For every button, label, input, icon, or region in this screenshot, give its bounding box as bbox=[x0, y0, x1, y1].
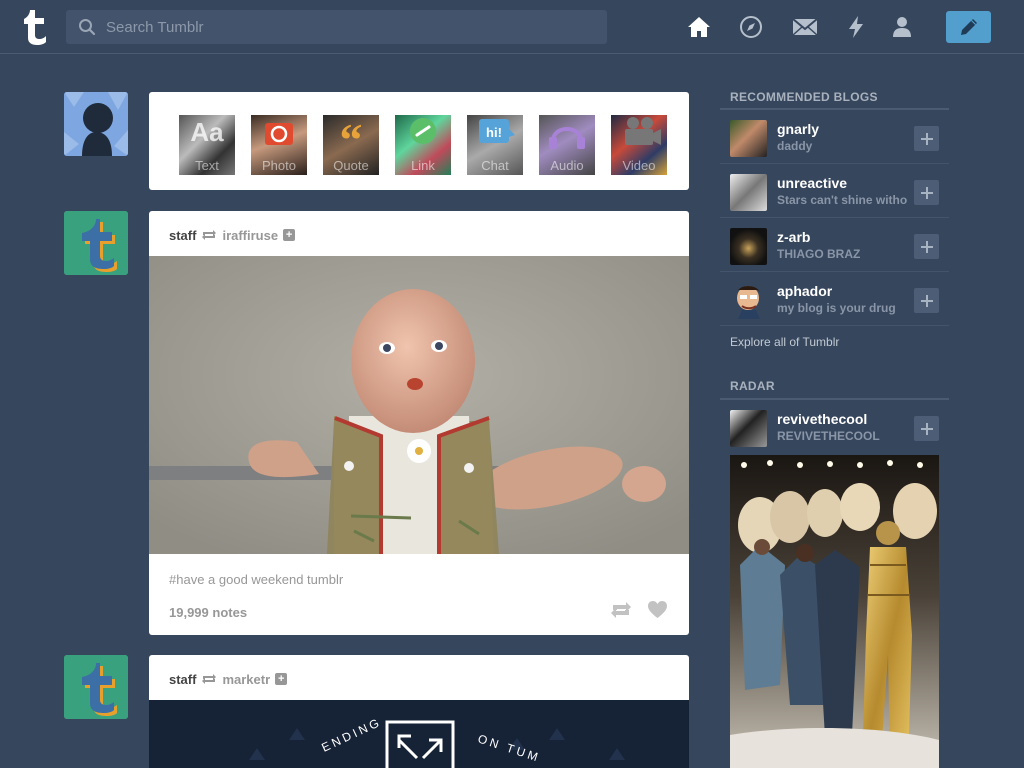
blog-avatar[interactable] bbox=[730, 174, 767, 211]
post-audio-button[interactable]: Audio bbox=[539, 115, 595, 175]
follow-plus-icon[interactable]: + bbox=[275, 673, 288, 685]
follow-button[interactable] bbox=[914, 288, 939, 313]
radar-title: RADAR bbox=[730, 379, 775, 393]
post-tags[interactable]: #have a good weekend tumblr bbox=[169, 572, 343, 587]
post-type-label: Chat bbox=[481, 158, 509, 173]
like-button[interactable] bbox=[647, 600, 668, 619]
search-icon bbox=[79, 19, 96, 36]
reblog-icon bbox=[202, 230, 217, 240]
dashboard-post: staff marketr + ENDING ON TUM bbox=[149, 655, 689, 768]
reblog-source-link[interactable]: iraffiruse bbox=[222, 228, 278, 243]
blog-description: THIAGO BRAZ bbox=[777, 247, 861, 261]
recommended-blog-item[interactable]: z-arb THIAGO BRAZ bbox=[720, 218, 949, 272]
post-type-label: Quote bbox=[333, 158, 369, 173]
reblog-icon bbox=[202, 674, 217, 684]
post-image bbox=[149, 256, 689, 554]
follow-button[interactable] bbox=[914, 126, 939, 151]
radar-blog-item[interactable]: revivethecool REVIVETHECOOL bbox=[720, 400, 949, 454]
post-type-label: Video bbox=[622, 158, 656, 173]
svg-text:Aa: Aa bbox=[190, 117, 224, 147]
post-author-avatar[interactable] bbox=[64, 211, 128, 275]
post-quote-button[interactable]: “ Quote bbox=[323, 115, 379, 175]
post-type-label: Photo bbox=[262, 158, 296, 173]
plus-icon bbox=[920, 132, 933, 145]
blog-avatar[interactable] bbox=[730, 228, 767, 265]
blog-description: my blog is your drug bbox=[777, 301, 896, 315]
blog-description: Stars can't shine without bbox=[777, 193, 907, 207]
reblog-button[interactable] bbox=[610, 600, 632, 620]
plus-icon bbox=[920, 186, 933, 199]
blog-name[interactable]: aphador bbox=[777, 283, 832, 299]
post-author-link[interactable]: staff bbox=[169, 672, 196, 687]
follow-button[interactable] bbox=[914, 234, 939, 259]
blog-avatar[interactable] bbox=[730, 410, 767, 447]
top-header bbox=[0, 0, 1024, 54]
post-chat-button[interactable]: hi! Chat bbox=[467, 115, 523, 175]
recommended-blog-item[interactable]: unreactive Stars can't shine without bbox=[720, 164, 949, 218]
blog-avatar[interactable] bbox=[730, 282, 767, 319]
post-text-button[interactable]: Aa Text bbox=[179, 115, 235, 175]
post-link-button[interactable]: Link bbox=[395, 115, 451, 175]
search-input[interactable] bbox=[106, 10, 596, 44]
explore-icon[interactable] bbox=[738, 14, 764, 40]
post-author-link[interactable]: staff bbox=[169, 228, 196, 243]
inbox-icon[interactable] bbox=[792, 14, 818, 40]
svg-text:hi!: hi! bbox=[486, 125, 502, 140]
post-notes-count[interactable]: 19,999 notes bbox=[169, 605, 247, 620]
post-type-label: Text bbox=[195, 158, 219, 173]
explore-all-link[interactable]: Explore all of Tumblr bbox=[730, 335, 839, 349]
post-video-button[interactable]: Video bbox=[611, 115, 667, 175]
recommended-blog-item[interactable]: gnarly daddy bbox=[720, 110, 949, 164]
follow-button[interactable] bbox=[914, 416, 939, 441]
post-photo-button[interactable]: Photo bbox=[251, 115, 307, 175]
plus-icon bbox=[920, 422, 933, 435]
plus-icon bbox=[920, 240, 933, 253]
home-icon[interactable] bbox=[686, 14, 712, 40]
pencil-icon bbox=[960, 19, 977, 35]
follow-button[interactable] bbox=[914, 180, 939, 205]
plus-icon bbox=[920, 294, 933, 307]
search-bar[interactable] bbox=[66, 10, 607, 44]
recommended-blogs-title: RECOMMENDED BLOGS bbox=[730, 90, 878, 104]
post-header: staff marketr + bbox=[169, 671, 288, 687]
post-type-bar: Aa Text Photo “ Quote Link hi! Chat Audi… bbox=[149, 92, 689, 190]
post-banner-image: ENDING ON TUM bbox=[149, 700, 689, 768]
post-author-avatar[interactable] bbox=[64, 655, 128, 719]
account-icon[interactable] bbox=[889, 14, 915, 40]
dashboard-post: staff iraffiruse + #have a good weekend … bbox=[149, 211, 689, 635]
blog-name[interactable]: z-arb bbox=[777, 229, 810, 245]
reblog-source-link[interactable]: marketr bbox=[222, 672, 270, 687]
compose-button[interactable] bbox=[946, 11, 991, 43]
blog-avatar[interactable] bbox=[730, 120, 767, 157]
blog-description: REVIVETHECOOL bbox=[777, 429, 880, 443]
blog-name[interactable]: revivethecool bbox=[777, 411, 867, 427]
blog-description: daddy bbox=[777, 139, 813, 153]
blog-name[interactable]: gnarly bbox=[777, 121, 819, 137]
radar-post-image[interactable] bbox=[730, 455, 939, 768]
post-type-label: Audio bbox=[550, 158, 584, 173]
post-header: staff iraffiruse + bbox=[169, 227, 296, 243]
blog-name[interactable]: unreactive bbox=[777, 175, 847, 191]
recommended-blog-item[interactable]: aphador my blog is your drug bbox=[720, 272, 949, 326]
activity-icon[interactable] bbox=[843, 14, 869, 40]
tumblr-logo-icon[interactable] bbox=[16, 7, 52, 47]
user-avatar[interactable] bbox=[64, 92, 128, 156]
post-type-label: Link bbox=[411, 158, 435, 173]
follow-plus-icon[interactable]: + bbox=[283, 229, 296, 241]
